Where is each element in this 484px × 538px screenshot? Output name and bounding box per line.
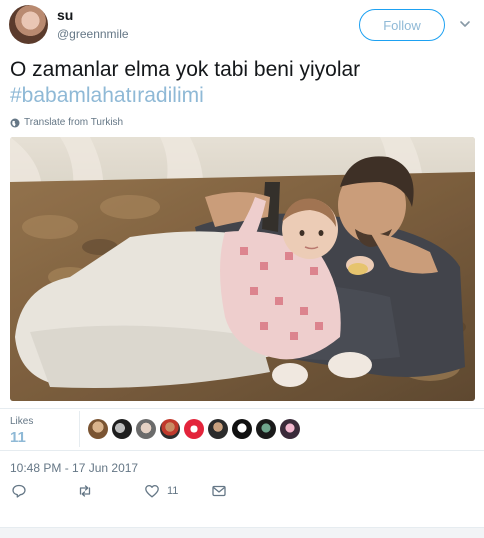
liker-avatar[interactable] [88,419,108,439]
tweet-timestamp[interactable]: 10:48 PM - 17 Jun 2017 [10,461,138,475]
author-name[interactable]: su [57,7,73,23]
liker-avatar[interactable] [184,419,204,439]
like-button[interactable]: 11 [144,483,178,499]
liker-avatar[interactable] [112,419,132,439]
tweet-text: O zamanlar elma yok tabi beni yiyolar #b… [10,57,475,109]
envelope-icon [212,485,226,497]
translate-label: Translate from Turkish [24,117,124,128]
likes-label: Likes [10,416,34,427]
translate-link[interactable]: Translate from Turkish [10,117,123,128]
liker-avatar[interactable] [136,419,156,439]
liker-avatar[interactable] [256,419,276,439]
like-count: 11 [167,485,179,497]
footer-band [0,527,484,538]
hashtag-link[interactable]: #babamlahatıradilimi [10,83,475,109]
divider [0,408,484,409]
divider [79,411,80,447]
liker-avatar[interactable] [208,419,228,439]
tweet-actions: 11 [0,483,484,507]
follow-button[interactable]: Follow [359,9,445,41]
globe-icon [10,118,20,127]
reply-button[interactable] [11,483,27,499]
liker-avatar[interactable] [232,419,252,439]
heart-icon [145,484,159,498]
direct-message-button[interactable] [211,483,227,499]
retweet-button[interactable] [77,483,93,499]
liker-avatar[interactable] [160,419,180,439]
tweet-photo[interactable] [10,137,475,401]
retweet-icon [79,485,91,497]
liker-avatar[interactable] [280,419,300,439]
reply-icon [12,484,26,498]
tweet-body: O zamanlar elma yok tabi beni yiyolar [10,58,361,81]
author-handle[interactable]: @greennmile [57,27,129,41]
divider [0,450,484,451]
avatar[interactable] [9,5,48,44]
liker-avatars [88,419,304,439]
chevron-down-icon[interactable] [458,17,472,31]
likes-count[interactable]: 11 [10,429,26,446]
